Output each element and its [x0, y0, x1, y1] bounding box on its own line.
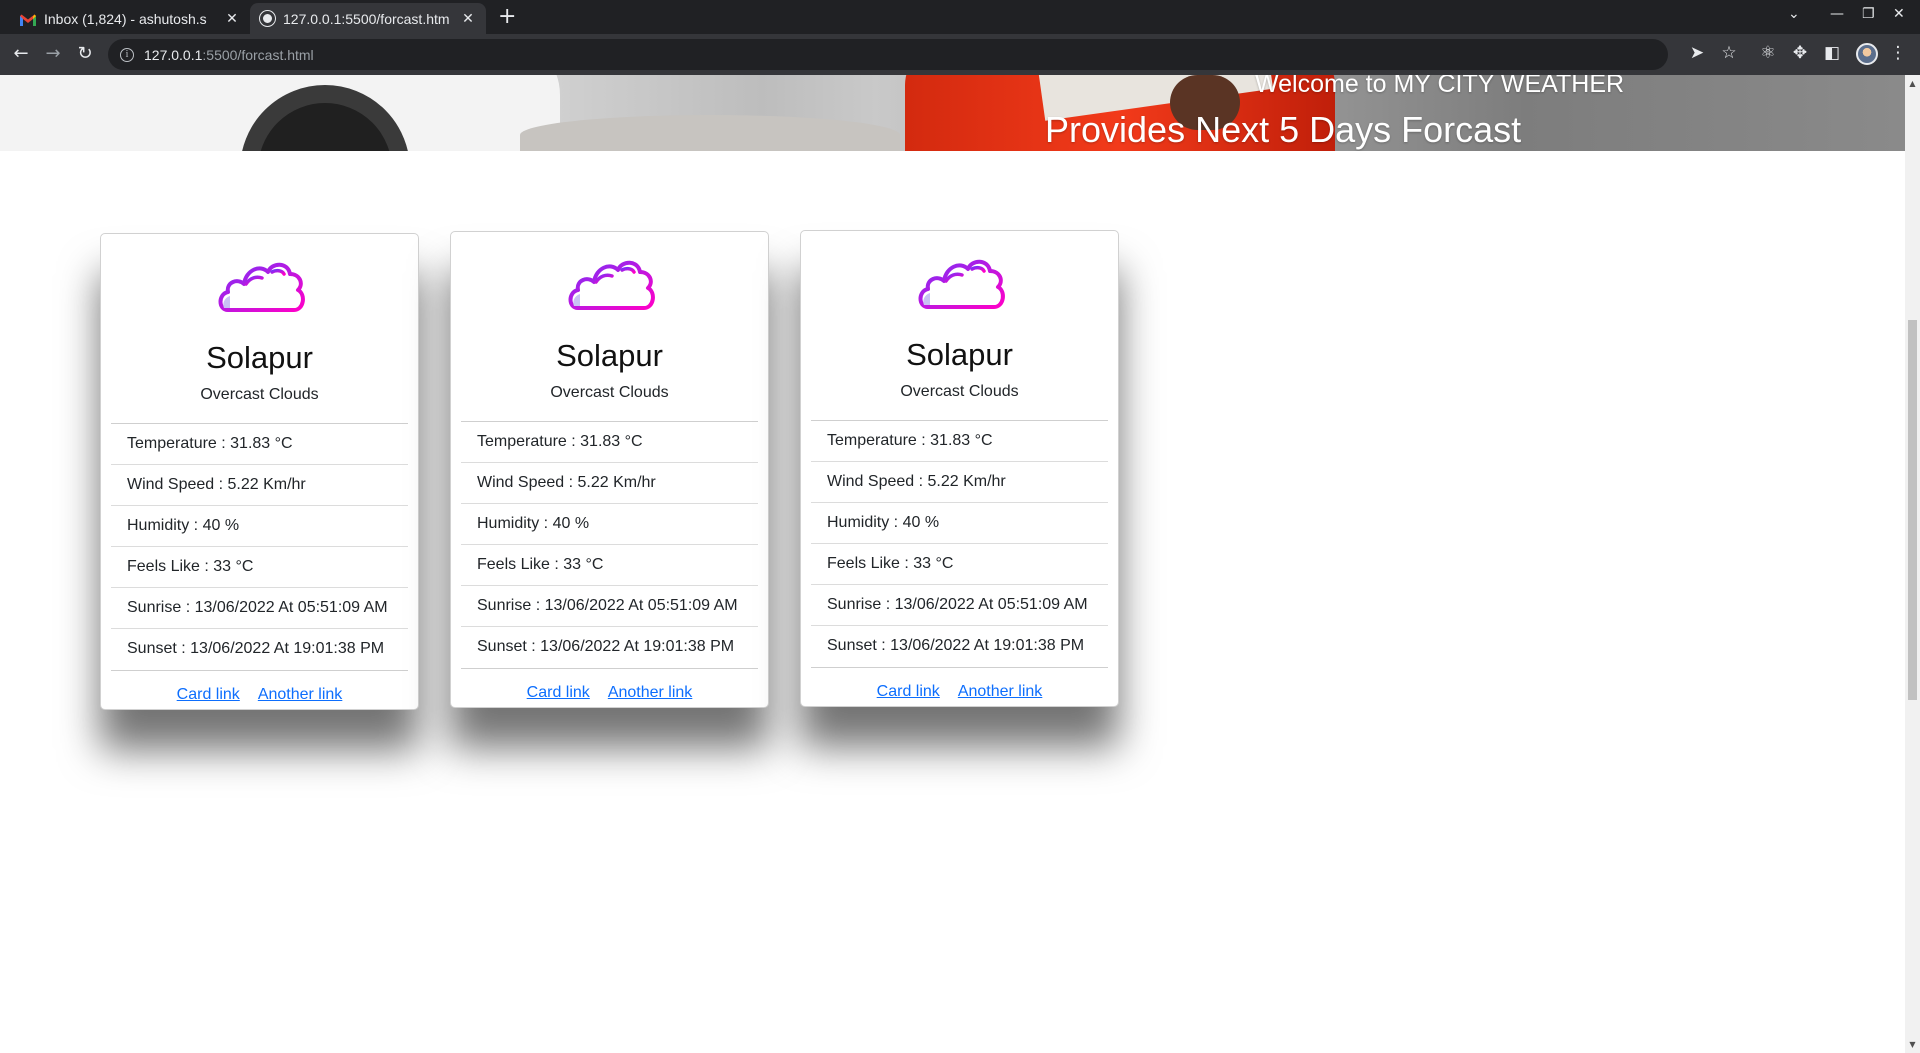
close-icon[interactable]: ✕ [224, 10, 240, 27]
weather-description: Overcast Clouds [200, 386, 319, 403]
feels-like-item: Feels Like : 33 °C [811, 544, 1108, 585]
tab-title: Inbox (1,824) - ashutosh.s [44, 10, 207, 27]
bookmark-star-icon[interactable]: ☆ [1718, 43, 1740, 63]
back-arrow-icon[interactable]: ← [10, 43, 32, 64]
tab-gmail-inbox[interactable]: Inbox (1,824) - ashutosh.s ✕ [10, 3, 250, 34]
cloud-icon [568, 260, 655, 310]
react-devtools-icon[interactable]: ⚛ [1757, 43, 1779, 63]
sunset-item: Sunset : 13/06/2022 At 19:01:38 PM [127, 640, 385, 657]
city-name: Solapur [556, 338, 663, 373]
sunrise-item: Sunrise : 13/06/2022 At 05:51:09 AM [111, 588, 408, 629]
side-panel-icon[interactable]: ◧ [1821, 43, 1843, 63]
profile-avatar[interactable] [1856, 43, 1878, 65]
card-links: Card link Another link [451, 684, 768, 702]
forecast-card: Solapur Overcast Clouds Temperature : 31… [800, 230, 1119, 707]
tab-title: 127.0.0.1:5500/forcast.htm [283, 10, 450, 27]
card-links: Card link Another link [801, 683, 1118, 701]
hero-title: Provides Next 5 Days Forcast [1045, 109, 1522, 150]
another-link[interactable]: Another link [258, 686, 343, 703]
humidity-item: Humidity : 40 % [811, 503, 1108, 544]
another-link[interactable]: Another link [608, 684, 693, 701]
weather-details-list: Temperature : 31.83 °C Wind Speed : 5.22… [461, 421, 758, 669]
temperature-item: Temperature : 31.83 °C [111, 424, 408, 465]
scroll-down-arrow-icon[interactable]: ▼ [1905, 1040, 1920, 1049]
wind-speed-item: Wind Speed : 5.22 Km/hr [811, 462, 1108, 503]
globe-icon [260, 11, 275, 26]
weather-description: Overcast Clouds [550, 384, 669, 401]
scrollbar-thumb[interactable] [1908, 320, 1917, 700]
info-icon[interactable]: i [120, 47, 134, 62]
forecast-card: Solapur Overcast Clouds Temperature : 31… [100, 233, 419, 710]
wind-speed-item: Wind Speed : 5.22 Km/hr [461, 463, 758, 504]
tab-search-chevron-icon[interactable]: ⌄ [1788, 6, 1800, 22]
hero-banner: Welcome to MY CITY WEATHER Provides Next… [0, 75, 1905, 151]
sunset-item: Sunset : 13/06/2022 At 19:01:38 PM [827, 637, 1085, 654]
menu-kebab-icon[interactable]: ⋮ [1887, 43, 1909, 63]
browser-tab-strip: Inbox (1,824) - ashutosh.s ✕ 127.0.0.1:5… [0, 0, 1920, 34]
close-icon[interactable]: ✕ [460, 10, 476, 27]
humidity-item: Humidity : 40 % [111, 506, 408, 547]
send-icon[interactable]: ➤ [1686, 43, 1708, 63]
page-viewport: Welcome to MY CITY WEATHER Provides Next… [0, 75, 1905, 1053]
sunset-item: Sunset : 13/06/2022 At 19:01:38 PM [477, 638, 735, 655]
scroll-up-arrow-icon[interactable]: ▲ [1905, 79, 1920, 88]
restore-icon[interactable]: ❐ [1862, 6, 1875, 22]
reload-icon[interactable]: ↻ [74, 43, 96, 64]
url-path: :5500/forcast.html [202, 46, 314, 63]
card-link[interactable]: Card link [177, 686, 240, 703]
card-link[interactable]: Card link [527, 684, 590, 701]
tab-forcast-page[interactable]: 127.0.0.1:5500/forcast.htm ✕ [250, 3, 486, 34]
sunrise-item: Sunrise : 13/06/2022 At 05:51:09 AM [461, 586, 758, 627]
weather-description: Overcast Clouds [900, 383, 1019, 400]
cloud-icon [218, 262, 305, 312]
address-bar[interactable]: i 127.0.0.1:5500/forcast.html [108, 39, 1668, 70]
minimize-icon[interactable]: — [1830, 6, 1844, 22]
extensions-puzzle-icon[interactable]: ✥ [1789, 43, 1811, 63]
feels-like-item: Feels Like : 33 °C [111, 547, 408, 588]
hero-welcome-text: Welcome to MY CITY WEATHER [1255, 75, 1625, 98]
city-name: Solapur [906, 337, 1013, 372]
card-links: Card link Another link [101, 686, 418, 704]
new-tab-button[interactable]: + [498, 4, 516, 29]
humidity-item: Humidity : 40 % [461, 504, 758, 545]
hero-snow-shape [520, 115, 900, 151]
weather-details-list: Temperature : 31.83 °C Wind Speed : 5.22… [111, 423, 408, 671]
browser-toolbar: ← → ↻ i 127.0.0.1:5500/forcast.html ➤ ☆ … [0, 34, 1920, 75]
temperature-item: Temperature : 31.83 °C [461, 422, 758, 463]
feels-like-item: Feels Like : 33 °C [461, 545, 758, 586]
forecast-card: Solapur Overcast Clouds Temperature : 31… [450, 231, 769, 708]
temperature-item: Temperature : 31.83 °C [811, 421, 1108, 462]
sunrise-item: Sunrise : 13/06/2022 At 05:51:09 AM [811, 585, 1108, 626]
wind-speed-item: Wind Speed : 5.22 Km/hr [111, 465, 408, 506]
forward-arrow-icon[interactable]: → [42, 43, 64, 64]
gmail-icon [20, 13, 36, 26]
cloud-icon [918, 259, 1005, 309]
card-link[interactable]: Card link [877, 683, 940, 700]
vertical-scrollbar[interactable]: ▲ ▼ [1905, 75, 1920, 1053]
city-name: Solapur [206, 340, 313, 375]
weather-details-list: Temperature : 31.83 °C Wind Speed : 5.22… [811, 420, 1108, 668]
another-link[interactable]: Another link [958, 683, 1043, 700]
close-window-icon[interactable]: ✕ [1893, 6, 1905, 22]
url-host: 127.0.0.1 [144, 46, 203, 63]
